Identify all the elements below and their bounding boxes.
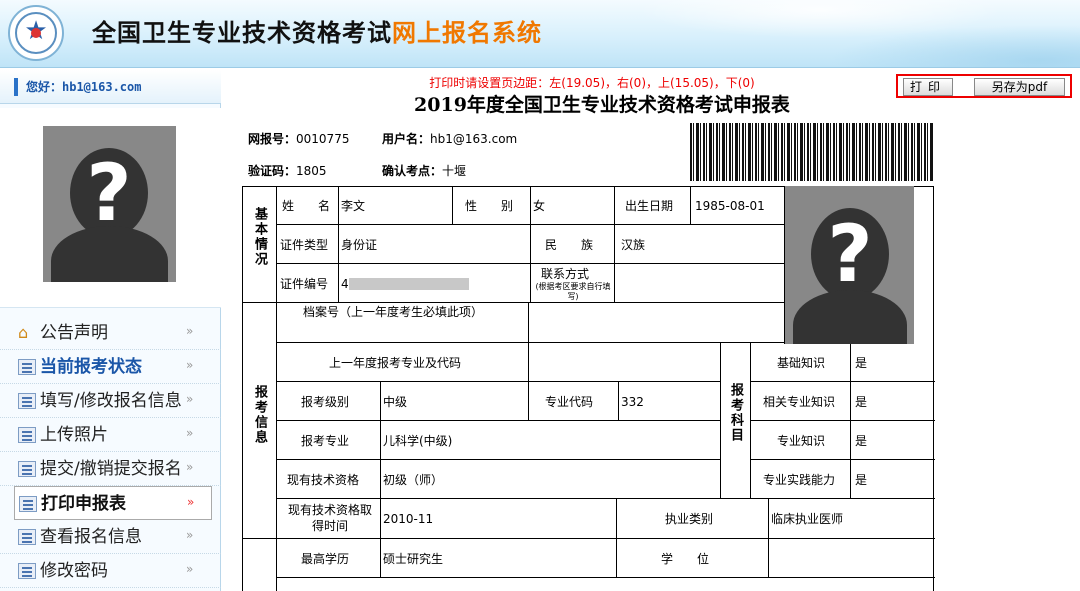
username: 用户名：hb1@163.com bbox=[382, 132, 518, 146]
archive-label: 档案号（上一年度考生必填此项） bbox=[303, 305, 484, 319]
arrow-icon: » bbox=[186, 324, 194, 338]
code-label: 专业代码 bbox=[545, 395, 594, 409]
arrow-icon: » bbox=[186, 562, 194, 576]
document-icon bbox=[19, 496, 37, 512]
arrow-icon: » bbox=[187, 495, 195, 509]
edu-value: 硕士研究生 bbox=[383, 552, 444, 566]
verify-code: 验证码：1805 bbox=[248, 164, 327, 178]
sidebar-item-edit-info[interactable]: 填写/修改报名信息 » bbox=[0, 384, 221, 418]
home-icon: ⌂ bbox=[18, 323, 29, 342]
birth-value: 1985-08-01 bbox=[695, 199, 765, 213]
level-value: 中级 bbox=[383, 395, 408, 409]
major-value: 儿科学(中级) bbox=[383, 434, 453, 448]
contact-value bbox=[615, 264, 805, 303]
current-qual-value: 初级（师） bbox=[383, 473, 444, 487]
save-pdf-button[interactable]: 另存为pdf bbox=[974, 78, 1065, 96]
subject-label: 相关专业知识 bbox=[763, 395, 836, 409]
arrow-icon: » bbox=[186, 460, 194, 474]
exam-site: 确认考点：十堰 bbox=[382, 164, 467, 178]
sidebar-item-status[interactable]: 当前报考状态 » bbox=[0, 350, 221, 384]
birth-label: 出生日期 bbox=[625, 199, 674, 213]
document-icon bbox=[18, 427, 36, 443]
greeting-text: 您好：hb1@163.com bbox=[26, 80, 142, 94]
current-qual-label: 现有技术资格 bbox=[287, 473, 360, 487]
arrow-icon: » bbox=[186, 426, 194, 440]
qual-time-label: 现有技术资格取得时间 bbox=[287, 503, 372, 533]
code-value: 332 bbox=[621, 395, 644, 409]
document-icon bbox=[18, 529, 36, 545]
main-content: 打印时请设置页边距：左(19.05)，右(0)，上(15.05)，下(0) 打印… bbox=[222, 70, 1080, 591]
arrow-icon: » bbox=[186, 528, 194, 542]
contact-label: 联系方式 bbox=[541, 267, 590, 281]
document-icon bbox=[18, 563, 36, 579]
subject-value: 是 bbox=[855, 395, 868, 409]
print-margin-notice: 打印时请设置页边距：左(19.05)，右(0)，上(15.05)，下(0) bbox=[429, 76, 755, 90]
arrow-icon: » bbox=[186, 358, 194, 372]
sidebar-menu: ⌂ 公告声明 » 当前报考状态 » 填写/修改报名信息 » 上传照片 » 提交/… bbox=[0, 316, 221, 588]
last-year-value bbox=[529, 343, 721, 382]
app-header: ★ 全国卫生专业技术资格考试网上报名系统 bbox=[0, 0, 1080, 68]
archive-value bbox=[529, 303, 805, 343]
major-label: 报考专业 bbox=[301, 434, 350, 448]
sidebar-item-view-info[interactable]: 查看报名信息 » bbox=[0, 520, 221, 554]
subject-label: 专业实践能力 bbox=[763, 473, 836, 487]
degree-label: 学 位 bbox=[661, 552, 710, 566]
gender-value: 女 bbox=[533, 199, 546, 213]
practice-type-value: 临床执业医师 bbox=[771, 512, 844, 526]
app-title: 全国卫生专业技术资格考试网上报名系统 bbox=[92, 15, 542, 51]
degree-value bbox=[769, 539, 935, 578]
practice-type-label: 执业类别 bbox=[665, 512, 714, 526]
sidebar-item-upload-photo[interactable]: 上传照片 » bbox=[0, 418, 221, 452]
id-type-label: 证件类型 bbox=[280, 238, 329, 252]
sidebar-item-announcement[interactable]: ⌂ 公告声明 » bbox=[0, 316, 221, 350]
section-basic-label: 基本情况 bbox=[252, 207, 267, 267]
greeting-bar: 您好：hb1@163.com bbox=[0, 70, 221, 104]
logo-icon: ★ bbox=[8, 5, 64, 61]
subject-value: 是 bbox=[855, 473, 868, 487]
barcode bbox=[690, 123, 934, 181]
ethnic-value: 汉族 bbox=[621, 238, 646, 252]
id-no-label: 证件编号 bbox=[280, 277, 329, 291]
contact-note: (根据考区要求自行填写) bbox=[535, 282, 611, 301]
subject-label: 专业知识 bbox=[777, 434, 826, 448]
id-no-prefix: 4 bbox=[341, 277, 349, 291]
name-value: 李文 bbox=[341, 199, 366, 213]
name-label: 姓 名 bbox=[282, 199, 331, 213]
sidebar-photo-box: ? bbox=[0, 108, 221, 308]
form-photo-placeholder: ? bbox=[784, 186, 914, 344]
document-icon bbox=[18, 393, 36, 409]
subject-value: 是 bbox=[855, 356, 868, 370]
id-no-masked bbox=[349, 278, 469, 290]
sidebar-item-print-form[interactable]: 打印申报表 » bbox=[14, 486, 212, 520]
reg-no: 网报号：0010775 bbox=[248, 132, 350, 146]
level-label: 报考级别 bbox=[301, 395, 350, 409]
app-title-accent: 网上报名系统 bbox=[392, 19, 542, 47]
section-apply-label: 报考信息 bbox=[252, 385, 267, 445]
form-title: 2019年度全国卫生专业技术资格考试申报表 bbox=[414, 94, 790, 116]
ethnic-label: 民 族 bbox=[545, 238, 594, 252]
last-year-label: 上一年度报考专业及代码 bbox=[329, 356, 462, 370]
subject-label: 基础知识 bbox=[777, 356, 826, 370]
app-title-main: 全国卫生专业技术资格考试 bbox=[92, 19, 392, 47]
sidebar-item-submit[interactable]: 提交/撤销提交报名 » bbox=[0, 452, 221, 486]
id-type-value: 身份证 bbox=[341, 238, 378, 252]
edu-label: 最高学历 bbox=[301, 552, 350, 566]
sidebar: 您好：hb1@163.com ? ⌂ 公告声明 » 当前报考状态 » 填写/修改… bbox=[0, 70, 221, 591]
section-subject-label: 报考科目 bbox=[728, 383, 743, 443]
avatar-placeholder: ? bbox=[43, 126, 176, 282]
sidebar-item-change-password[interactable]: 修改密码 » bbox=[0, 554, 221, 588]
header-decoration bbox=[520, 0, 1080, 67]
document-icon bbox=[18, 461, 36, 477]
qual-time-value: 2010-11 bbox=[383, 512, 434, 526]
gender-label: 性 别 bbox=[465, 199, 514, 213]
arrow-icon: » bbox=[186, 392, 194, 406]
subject-value: 是 bbox=[855, 434, 868, 448]
document-icon bbox=[18, 359, 36, 375]
